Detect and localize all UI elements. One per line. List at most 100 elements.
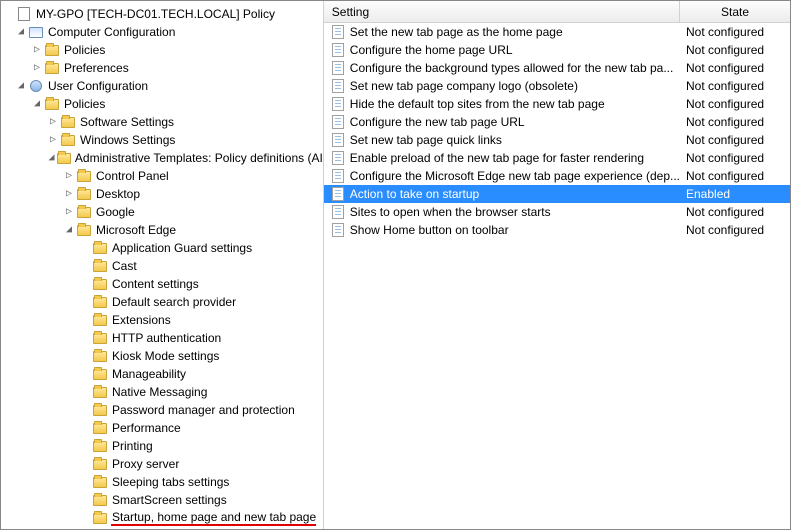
setting-state: Not configured xyxy=(680,61,790,75)
folder-icon xyxy=(92,312,108,328)
folder-icon xyxy=(76,168,92,184)
setting-row[interactable]: Configure the new tab page URLNot config… xyxy=(324,113,790,131)
setting-icon xyxy=(330,205,346,219)
setting-icon xyxy=(330,25,346,39)
tree-at-desktop[interactable]: ▷ Desktop xyxy=(1,185,323,203)
setting-state: Not configured xyxy=(680,43,790,57)
folder-icon xyxy=(92,330,108,346)
computer-icon xyxy=(28,24,44,40)
tree-edge-proxy[interactable]: Proxy server xyxy=(1,455,323,473)
tree-uc-windows[interactable]: ▷ Windows Settings xyxy=(1,131,323,149)
expand-toggle[interactable]: ▷ xyxy=(31,44,43,56)
folder-icon xyxy=(92,492,108,508)
collapse-toggle[interactable]: ◢ xyxy=(63,224,75,236)
tree-label: HTTP authentication xyxy=(111,331,221,345)
tree-label: Policies xyxy=(63,43,105,57)
expand-toggle[interactable]: ▷ xyxy=(63,188,75,200)
setting-row[interactable]: Set new tab page quick linksNot configur… xyxy=(324,131,790,149)
setting-row[interactable]: Action to take on startupEnabled xyxy=(324,185,790,203)
tree-edge-passmgr[interactable]: Password manager and protection xyxy=(1,401,323,419)
column-header-setting[interactable]: Setting xyxy=(324,1,680,22)
tree-uc-policies[interactable]: ◢ Policies xyxy=(1,95,323,113)
tree-label: Startup, home page and new tab page xyxy=(111,510,316,526)
setting-icon xyxy=(330,187,346,201)
tree-uc-admtpl[interactable]: ◢ Administrative Templates: Policy defin… xyxy=(1,149,323,167)
column-header-label: Setting xyxy=(332,5,369,19)
tree-edge-nativem[interactable]: Native Messaging xyxy=(1,383,323,401)
expand-toggle[interactable]: ▷ xyxy=(47,116,59,128)
setting-label: Set new tab page quick links xyxy=(350,133,680,147)
tree-label: Administrative Templates: Policy definit… xyxy=(74,151,323,165)
folder-icon xyxy=(92,474,108,490)
folder-icon xyxy=(92,384,108,400)
tree-uc-software[interactable]: ▷ Software Settings xyxy=(1,113,323,131)
setting-state: Not configured xyxy=(680,115,790,129)
tree-edge-print[interactable]: Printing xyxy=(1,437,323,455)
tree-cc-policies[interactable]: ▷ Policies xyxy=(1,41,323,59)
tree-edge-ext[interactable]: Extensions xyxy=(1,311,323,329)
folder-icon xyxy=(92,420,108,436)
tree-edge-content[interactable]: Content settings xyxy=(1,275,323,293)
tree-user-config[interactable]: ◢ User Configuration xyxy=(1,77,323,95)
setting-label: Show Home button on toolbar xyxy=(350,223,680,237)
expand-toggle[interactable]: ▷ xyxy=(47,134,59,146)
expand-toggle[interactable]: ▷ xyxy=(63,170,75,182)
tree-label: MY-GPO [TECH-DC01.TECH.LOCAL] Policy xyxy=(35,7,275,21)
tree-label: Cast xyxy=(111,259,137,273)
folder-icon xyxy=(92,510,108,526)
setting-row[interactable]: Configure the home page URLNot configure… xyxy=(324,41,790,59)
setting-state: Not configured xyxy=(680,205,790,219)
collapse-toggle[interactable]: ◢ xyxy=(47,152,56,164)
setting-icon xyxy=(330,151,346,165)
setting-label: Configure the Microsoft Edge new tab pag… xyxy=(350,169,680,183)
expand-toggle[interactable]: ▷ xyxy=(63,206,75,218)
tree-at-google[interactable]: ▷ Google xyxy=(1,203,323,221)
setting-state: Not configured xyxy=(680,97,790,111)
tree-label: Sleeping tabs settings xyxy=(111,475,229,489)
tree-computer-config[interactable]: ◢ Computer Configuration xyxy=(1,23,323,41)
tree-at-edge[interactable]: ◢ Microsoft Edge xyxy=(1,221,323,239)
collapse-toggle[interactable]: ◢ xyxy=(15,26,27,38)
tree-edge-smartscreen[interactable]: SmartScreen settings xyxy=(1,491,323,509)
setting-row[interactable]: Configure the Microsoft Edge new tab pag… xyxy=(324,167,790,185)
setting-row[interactable]: Configure the background types allowed f… xyxy=(324,59,790,77)
setting-row[interactable]: Set new tab page company logo (obsolete)… xyxy=(324,77,790,95)
tree-edge-perf[interactable]: Performance xyxy=(1,419,323,437)
setting-label: Sites to open when the browser starts xyxy=(350,205,680,219)
setting-row[interactable]: Enable preload of the new tab page for f… xyxy=(324,149,790,167)
setting-row[interactable]: Show Home button on toolbarNot configure… xyxy=(324,221,790,239)
folder-icon xyxy=(92,240,108,256)
tree-edge-sleep[interactable]: Sleeping tabs settings xyxy=(1,473,323,491)
setting-row[interactable]: Set the new tab page as the home pageNot… xyxy=(324,23,790,41)
tree-cc-preferences[interactable]: ▷ Preferences xyxy=(1,59,323,77)
tree-label: Policies xyxy=(63,97,105,111)
column-header-label: State xyxy=(721,5,749,19)
tree-edge-kiosk[interactable]: Kiosk Mode settings xyxy=(1,347,323,365)
setting-label: Configure the home page URL xyxy=(350,43,680,57)
user-icon xyxy=(28,78,44,94)
tree-edge-httpauth[interactable]: HTTP authentication xyxy=(1,329,323,347)
tree-label: SmartScreen settings xyxy=(111,493,227,507)
tree-at-controlpanel[interactable]: ▷ Control Panel xyxy=(1,167,323,185)
setting-state: Not configured xyxy=(680,223,790,237)
tree-label: Computer Configuration xyxy=(47,25,175,39)
column-header-state[interactable]: State xyxy=(680,5,790,19)
tree-edge-defsearch[interactable]: Default search provider xyxy=(1,293,323,311)
tree-root[interactable]: MY-GPO [TECH-DC01.TECH.LOCAL] Policy xyxy=(1,5,323,23)
setting-row[interactable]: Sites to open when the browser startsNot… xyxy=(324,203,790,221)
tree-edge-cast[interactable]: Cast xyxy=(1,257,323,275)
collapse-toggle[interactable]: ◢ xyxy=(15,80,27,92)
grid-header: Setting State xyxy=(324,1,790,23)
setting-row[interactable]: Hide the default top sites from the new … xyxy=(324,95,790,113)
expand-toggle[interactable]: ▷ xyxy=(31,62,43,74)
setting-label: Set new tab page company logo (obsolete) xyxy=(350,79,680,93)
collapse-toggle[interactable]: ◢ xyxy=(31,98,43,110)
tree-label: Preferences xyxy=(63,61,129,75)
tree-label: Kiosk Mode settings xyxy=(111,349,219,363)
tree-edge-manage[interactable]: Manageability xyxy=(1,365,323,383)
tree-edge-startup[interactable]: Startup, home page and new tab page xyxy=(1,509,323,527)
tree-edge-appguard[interactable]: Application Guard settings xyxy=(1,239,323,257)
setting-label: Set the new tab page as the home page xyxy=(350,25,680,39)
tree-label: Performance xyxy=(111,421,181,435)
setting-icon xyxy=(330,223,346,237)
